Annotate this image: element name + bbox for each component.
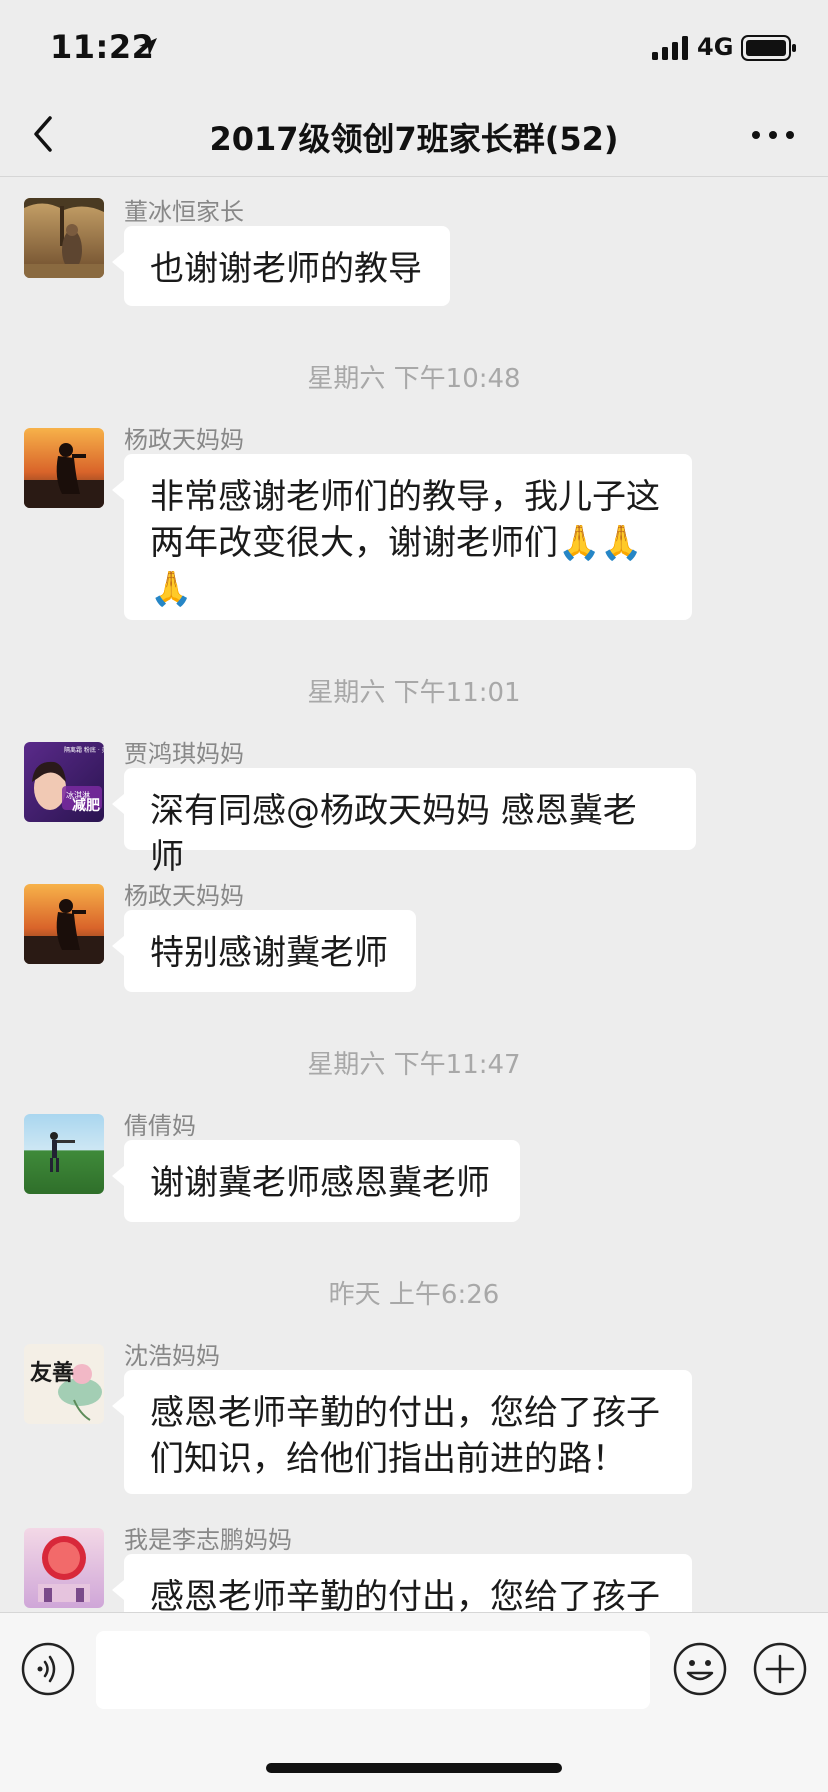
message-bubble[interactable]: 感恩老师辛勤的付出，您给了孩子们知识，给他们指出前进的路！ [112,1370,692,1494]
battery-icon [741,35,796,61]
message-input[interactable] [96,1631,650,1709]
input-bar [0,1612,828,1792]
signal-icon [652,36,688,60]
message-bubble[interactable]: 特别感谢冀老师 [112,910,416,992]
sender-name: 我是李志鹏妈妈 [124,1526,292,1554]
message-bubble[interactable]: 谢谢冀老师感恩冀老师 [112,1140,520,1222]
sender-name: 贾鸿琪妈妈 [124,740,244,768]
timestamp: 星期六 下午11:47 [307,1050,521,1080]
avatar[interactable]: 友善 [24,1344,104,1424]
sender-name: 杨政天妈妈 [124,426,244,454]
avatar-caption: 隔离霜 粉底 · 美白 [64,746,104,754]
more-options-icon[interactable] [748,120,798,150]
voice-input-icon[interactable] [20,1641,76,1697]
chat-screen: 11:22 4G 2017级领创7班家长群(52) 董冰恒家长 也谢谢老师的教导… [0,0,828,1792]
timestamp: 星期六 下午11:01 [307,678,521,708]
message-bubble[interactable]: 非常感谢老师们的教导，我儿子这两年改变很大，谢谢老师们🙏🙏🙏 [112,454,692,620]
location-arrow-icon [139,38,157,56]
avatar[interactable] [24,428,104,508]
sender-name: 沈浩妈妈 [124,1342,220,1370]
avatar[interactable] [24,1528,104,1608]
timestamp: 昨天 上午6:26 [328,1280,500,1310]
avatar[interactable] [24,1114,104,1194]
avatar-caption: 减肥 [72,797,100,814]
avatar[interactable] [24,198,104,278]
avatar[interactable]: 隔离霜 粉底 · 美白 冰淇淋 减肥 [24,742,104,822]
chat-title: 2017级领创7班家长群(52) [209,120,619,158]
sender-name: 董冰恒家长 [124,198,244,226]
add-icon[interactable] [752,1641,808,1697]
sender-name: 倩倩妈 [124,1112,196,1140]
message-bubble[interactable]: 也谢谢老师的教导 [112,226,450,306]
home-indicator [266,1763,562,1773]
nav-bar: 2017级领创7班家长群(52) [0,96,828,177]
timestamp: 星期六 下午10:48 [307,364,521,394]
network-type: 4G [697,33,734,61]
message-bubble[interactable]: 深有同感@杨政天妈妈 感恩冀老师 [112,768,696,877]
avatar-caption: 友善 [30,1360,74,1386]
status-bar: 11:22 4G [0,0,828,96]
avatar[interactable] [24,884,104,964]
sender-name: 杨政天妈妈 [124,882,244,910]
emoji-icon[interactable] [672,1641,728,1697]
